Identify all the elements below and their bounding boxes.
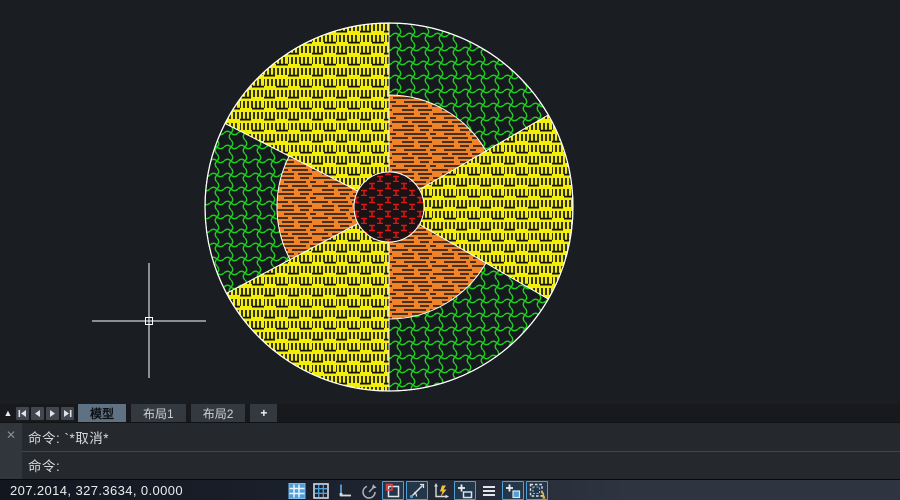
status-toggle-buttons	[286, 480, 548, 500]
tab-first-icon[interactable]	[16, 407, 29, 420]
command-input-line[interactable]: 命令:	[22, 452, 900, 480]
tab-prev-icon[interactable]	[31, 407, 44, 420]
center-circle-red[interactable]	[354, 172, 424, 242]
selection-cycling-icon[interactable]	[502, 481, 524, 500]
command-gutter: ✕	[0, 423, 22, 479]
drawing-canvas[interactable]	[0, 0, 900, 404]
tab-layout2[interactable]: 布局2	[191, 404, 246, 422]
tab-model[interactable]: 模型	[78, 404, 126, 422]
tab-last-icon[interactable]	[61, 407, 74, 420]
tab-nav-buttons	[16, 404, 74, 422]
tabbar-expand-icon[interactable]: ▲	[0, 404, 16, 422]
quick-properties-icon[interactable]	[454, 481, 476, 500]
coordinate-readout[interactable]: 207.2014, 327.3634, 0.0000	[0, 483, 183, 498]
annotation-scale-icon[interactable]	[526, 481, 548, 500]
layout-tab-bar: ▲ 模型 布局1 布局2 +	[0, 404, 900, 422]
crosshair-cursor	[92, 263, 206, 378]
command-window: ✕ 命令: `*取消* 命令:	[0, 422, 900, 479]
close-icon[interactable]: ✕	[6, 427, 16, 479]
tab-add-layout[interactable]: +	[250, 404, 277, 422]
grid-display-icon[interactable]	[310, 481, 332, 500]
layout-tabs: 模型 布局1 布局2 +	[78, 404, 277, 422]
object-snap-icon[interactable]	[382, 481, 404, 500]
command-history-line: 命令: `*取消*	[22, 423, 900, 451]
tab-next-icon[interactable]	[46, 407, 59, 420]
model-space-view	[0, 0, 900, 404]
object-snap-tracking-icon[interactable]	[406, 481, 428, 500]
ortho-icon[interactable]	[334, 481, 356, 500]
dynamic-input-icon[interactable]	[430, 481, 452, 500]
tab-layout1[interactable]: 布局1	[131, 404, 186, 422]
cad-window: ▲ 模型 布局1 布局2 + ✕ 命令: `*取消*	[0, 0, 900, 500]
menu-lines-icon[interactable]	[478, 481, 500, 500]
snap-grid-icon[interactable]	[286, 481, 308, 500]
command-body: 命令: `*取消* 命令:	[22, 423, 900, 479]
status-bar: 207.2014, 327.3634, 0.0000	[0, 479, 900, 500]
polar-tracking-icon[interactable]	[358, 481, 380, 500]
